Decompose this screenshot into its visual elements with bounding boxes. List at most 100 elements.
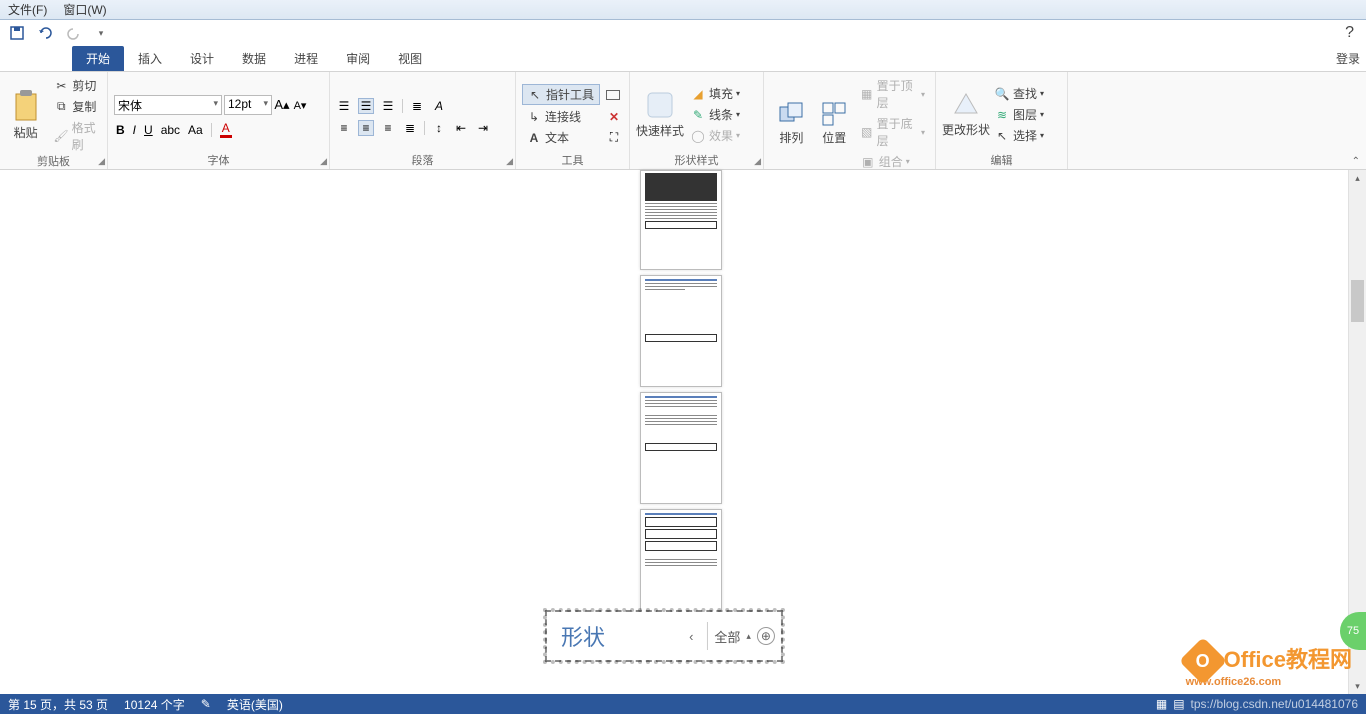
group-paragraph: ☰ ☰ ☰ ≣ A ≡ ≡ ≡ ≣ ↕ ⇤ ⇥ 段落 ◢ <box>330 72 516 169</box>
bring-front-button[interactable]: ▦置于顶层▾ <box>856 76 929 112</box>
caret-up-icon[interactable]: ▴ <box>746 631 751 642</box>
menu-file[interactable]: 文件(F) <box>4 1 51 18</box>
cut-button[interactable]: ✂剪切 <box>49 76 101 95</box>
pointer-tool-button[interactable]: ↖指针工具 <box>522 84 600 105</box>
fill-button[interactable]: ◢填充▾ <box>686 84 744 103</box>
crop-icon[interactable]: ⛶ <box>606 130 622 146</box>
decrease-indent-icon[interactable]: ⇤ <box>453 120 469 136</box>
format-painter-label: 格式刷 <box>72 119 97 153</box>
login-link[interactable]: 登录 <box>1336 50 1360 67</box>
shapes-add-icon[interactable]: ⊕ <box>757 627 775 645</box>
send-back-button[interactable]: ▧置于底层▾ <box>856 114 929 150</box>
connector-button[interactable]: ↳连接线 <box>522 107 600 126</box>
find-button[interactable]: 🔍查找▾ <box>990 84 1048 103</box>
align-right-icon[interactable]: ≡ <box>380 120 396 136</box>
layer-button[interactable]: ≋图层▾ <box>990 105 1048 124</box>
undo-icon[interactable] <box>36 24 54 42</box>
tab-review[interactable]: 审阅 <box>332 46 384 71</box>
find-label: 查找 <box>1013 85 1037 102</box>
pointer-icon: ↖ <box>527 87 543 103</box>
tab-progress[interactable]: 进程 <box>280 46 332 71</box>
qat-dropdown-icon[interactable]: ▾ <box>92 24 110 42</box>
brush-icon: 🖌 <box>53 128 68 144</box>
position-button[interactable]: 位置 <box>813 76 856 171</box>
connector-label: 连接线 <box>545 108 581 125</box>
line-label: 线条 <box>709 106 733 123</box>
arrange-button[interactable]: 排列 <box>770 76 813 171</box>
align-left-icon[interactable]: ≡ <box>336 120 352 136</box>
align-center-icon[interactable]: ≡ <box>358 120 374 136</box>
font-family-select[interactable]: 宋体 <box>114 95 222 115</box>
scroll-up-icon[interactable]: ▴ <box>1349 170 1366 186</box>
clear-format-icon[interactable]: A <box>431 98 447 114</box>
tab-insert[interactable]: 插入 <box>124 46 176 71</box>
align-top-left-icon[interactable]: ☰ <box>336 98 352 114</box>
paste-label: 粘贴 <box>14 124 38 141</box>
scroll-thumb[interactable] <box>1351 280 1364 322</box>
save-icon[interactable] <box>8 24 26 42</box>
grow-font-icon[interactable]: A▴ <box>274 97 290 113</box>
align-top-center-icon[interactable]: ☰ <box>358 98 374 114</box>
shapes-panel-title: 形状 <box>561 620 605 652</box>
group-button[interactable]: ▣组合▾ <box>856 152 929 171</box>
quick-style-button[interactable]: 快速样式 <box>636 76 684 153</box>
back-icon: ▧ <box>860 124 874 140</box>
format-painter-button[interactable]: 🖌格式刷 <box>49 118 101 154</box>
justify-icon[interactable]: ≣ <box>402 120 418 136</box>
pen-icon: ✎ <box>690 107 706 123</box>
divider <box>211 123 212 137</box>
line-spacing-icon[interactable]: ↕ <box>431 120 447 136</box>
shapes-panel[interactable]: 形状 ‹ 全部 ▴ ⊕ <box>545 610 783 662</box>
line-button[interactable]: ✎线条▾ <box>686 105 744 124</box>
underline-button[interactable]: U <box>144 123 153 137</box>
align-top-right-icon[interactable]: ☰ <box>380 98 396 114</box>
page-thumb[interactable] <box>640 275 722 387</box>
copy-button[interactable]: ⧉复制 <box>49 97 101 116</box>
effect-button[interactable]: ◯效果▾ <box>686 126 744 145</box>
shrink-font-icon[interactable]: A▾ <box>292 97 308 113</box>
italic-button[interactable]: I <box>133 123 136 137</box>
collapse-ribbon-icon[interactable]: ⌃ <box>1352 156 1360 167</box>
menu-window[interactable]: 窗口(W) <box>59 1 110 18</box>
status-page[interactable]: 第 15 页，共 53 页 <box>8 696 108 713</box>
select-button[interactable]: ↖选择▾ <box>990 126 1048 145</box>
increase-indent-icon[interactable]: ⇥ <box>475 120 491 136</box>
tab-data[interactable]: 数据 <box>228 46 280 71</box>
view-icon-1[interactable]: ▦ <box>1156 697 1167 711</box>
strike-button[interactable]: abc <box>161 123 180 137</box>
fill-label: 填充 <box>709 85 733 102</box>
tab-view[interactable]: 视图 <box>384 46 436 71</box>
connector-icon: ↳ <box>526 109 542 125</box>
shapes-panel-collapse-icon[interactable]: ‹ <box>689 629 693 644</box>
bold-button[interactable]: B <box>116 123 125 137</box>
status-words[interactable]: 10124 个字 <box>124 696 185 713</box>
font-color-button[interactable]: A <box>220 121 232 138</box>
status-spellcheck-icon[interactable]: ✎ <box>201 697 211 711</box>
font-dialog-icon[interactable]: ◢ <box>320 156 327 167</box>
paragraph-dialog-icon[interactable]: ◢ <box>506 156 513 167</box>
status-language[interactable]: 英语(美国) <box>227 696 283 713</box>
rectangle-tool-icon[interactable] <box>606 90 620 100</box>
tab-design[interactable]: 设计 <box>176 46 228 71</box>
bullets-icon[interactable]: ≣ <box>409 98 425 114</box>
shapes-filter-all[interactable]: 全部 <box>714 627 740 646</box>
case-button[interactable]: Aa <box>188 123 203 137</box>
page-thumb[interactable] <box>640 170 722 270</box>
page-thumb[interactable] <box>640 392 722 504</box>
help-icon[interactable]: ? <box>1345 24 1354 42</box>
shape-style-dialog-icon[interactable]: ◢ <box>754 156 761 167</box>
delete-tool-icon[interactable]: ✕ <box>606 109 622 125</box>
group-font: 宋体 12pt A▴ A▾ B I U abc Aa A 字体 ◢ <box>108 72 330 169</box>
text-tool-button[interactable]: A文本 <box>522 128 600 147</box>
font-size-select[interactable]: 12pt <box>224 95 272 115</box>
quick-style-icon <box>645 90 675 120</box>
page-thumb[interactable] <box>640 509 722 621</box>
change-shape-button[interactable]: 更改形状 <box>942 76 990 153</box>
paste-button[interactable]: 粘贴 <box>6 76 45 154</box>
group-paragraph-label: 段落 <box>336 153 509 169</box>
clipboard-dialog-icon[interactable]: ◢ <box>98 156 105 167</box>
tab-start[interactable]: 开始 <box>72 46 124 71</box>
layer-icon: ≋ <box>994 107 1010 123</box>
redo-icon[interactable] <box>64 24 82 42</box>
view-icon-2[interactable]: ▤ <box>1173 697 1184 711</box>
